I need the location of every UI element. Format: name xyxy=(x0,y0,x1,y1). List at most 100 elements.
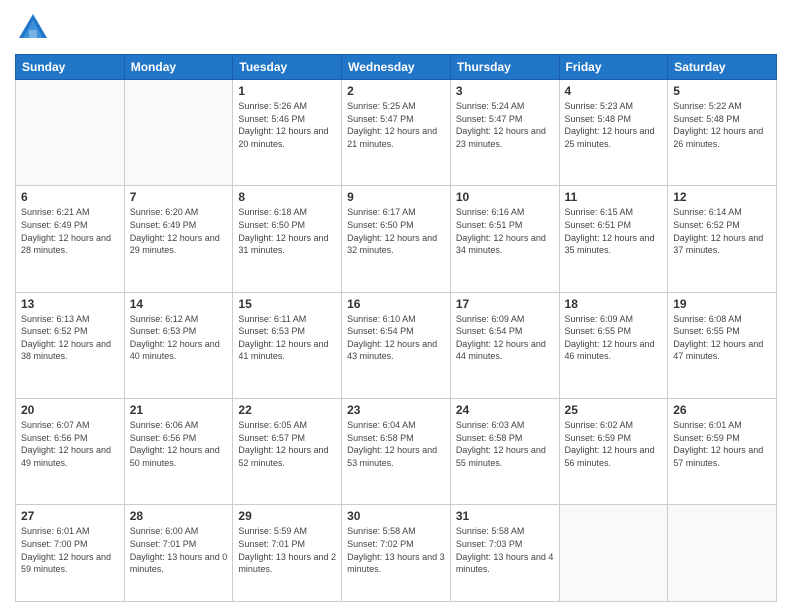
calendar-cell: 24 Sunrise: 6:03 AM Sunset: 6:58 PM Dayli… xyxy=(450,398,559,504)
day-number: 30 xyxy=(347,509,445,523)
day-number: 17 xyxy=(456,297,554,311)
day-number: 25 xyxy=(565,403,663,417)
calendar-cell: 6 Sunrise: 6:21 AM Sunset: 6:49 PM Daylig… xyxy=(16,186,125,292)
day-info: Sunrise: 6:04 AM Sunset: 6:58 PM Dayligh… xyxy=(347,419,445,469)
day-info: Sunrise: 6:05 AM Sunset: 6:57 PM Dayligh… xyxy=(238,419,336,469)
calendar-cell: 18 Sunrise: 6:09 AM Sunset: 6:55 PM Dayli… xyxy=(559,292,668,398)
weekday-header-saturday: Saturday xyxy=(668,55,777,80)
week-row-2: 13Sunrise: 6:13 AM Sunset: 6:52 PM Dayli… xyxy=(16,292,777,398)
weekday-header-row: SundayMondayTuesdayWednesdayThursdayFrid… xyxy=(16,55,777,80)
day-info: Sunrise: 6:14 AM Sunset: 6:52 PM Dayligh… xyxy=(673,206,771,256)
day-info: Sunrise: 5:59 AM Sunset: 7:01 PM Dayligh… xyxy=(238,525,336,575)
day-info: Sunrise: 6:18 AM Sunset: 6:50 PM Dayligh… xyxy=(238,206,336,256)
day-info: Sunrise: 6:00 AM Sunset: 7:01 PM Dayligh… xyxy=(130,525,228,575)
calendar-cell: 25 Sunrise: 6:02 AM Sunset: 6:59 PM Dayli… xyxy=(559,398,668,504)
calendar-cell xyxy=(16,80,125,186)
day-info: Sunrise: 6:17 AM Sunset: 6:50 PM Dayligh… xyxy=(347,206,445,256)
day-number: 24 xyxy=(456,403,554,417)
day-number: 10 xyxy=(456,190,554,204)
calendar-cell xyxy=(124,80,233,186)
page: SundayMondayTuesdayWednesdayThursdayFrid… xyxy=(0,0,792,612)
day-info: Sunrise: 5:23 AM Sunset: 5:48 PM Dayligh… xyxy=(565,100,663,150)
calendar-cell: 10 Sunrise: 6:16 AM Sunset: 6:51 PM Dayli… xyxy=(450,186,559,292)
weekday-header-thursday: Thursday xyxy=(450,55,559,80)
weekday-header-friday: Friday xyxy=(559,55,668,80)
weekday-header-wednesday: Wednesday xyxy=(342,55,451,80)
day-number: 18 xyxy=(565,297,663,311)
day-info: Sunrise: 6:06 AM Sunset: 6:56 PM Dayligh… xyxy=(130,419,228,469)
day-number: 31 xyxy=(456,509,554,523)
day-info: Sunrise: 6:02 AM Sunset: 6:59 PM Dayligh… xyxy=(565,419,663,469)
calendar-cell: 30 Sunrise: 5:58 AM Sunset: 7:02 PM Dayli… xyxy=(342,505,451,602)
calendar-cell: 14Sunrise: 6:12 AM Sunset: 6:53 PM Dayli… xyxy=(124,292,233,398)
calendar-cell: 21 Sunrise: 6:06 AM Sunset: 6:56 PM Dayli… xyxy=(124,398,233,504)
week-row-1: 6 Sunrise: 6:21 AM Sunset: 6:49 PM Daylig… xyxy=(16,186,777,292)
day-info: Sunrise: 5:25 AM Sunset: 5:47 PM Dayligh… xyxy=(347,100,445,150)
day-number: 6 xyxy=(21,190,119,204)
day-info: Sunrise: 6:10 AM Sunset: 6:54 PM Dayligh… xyxy=(347,313,445,363)
day-number: 21 xyxy=(130,403,228,417)
day-info: Sunrise: 6:13 AM Sunset: 6:52 PM Dayligh… xyxy=(21,313,119,363)
weekday-header-monday: Monday xyxy=(124,55,233,80)
calendar-cell: 26Sunrise: 6:01 AM Sunset: 6:59 PM Dayli… xyxy=(668,398,777,504)
calendar-cell: 28Sunrise: 6:00 AM Sunset: 7:01 PM Dayli… xyxy=(124,505,233,602)
day-info: Sunrise: 6:21 AM Sunset: 6:49 PM Dayligh… xyxy=(21,206,119,256)
day-number: 23 xyxy=(347,403,445,417)
day-info: Sunrise: 5:22 AM Sunset: 5:48 PM Dayligh… xyxy=(673,100,771,150)
calendar-cell: 22 Sunrise: 6:05 AM Sunset: 6:57 PM Dayli… xyxy=(233,398,342,504)
calendar-cell: 5Sunrise: 5:22 AM Sunset: 5:48 PM Daylig… xyxy=(668,80,777,186)
weekday-header-tuesday: Tuesday xyxy=(233,55,342,80)
day-info: Sunrise: 6:08 AM Sunset: 6:55 PM Dayligh… xyxy=(673,313,771,363)
calendar-cell: 11 Sunrise: 6:15 AM Sunset: 6:51 PM Dayli… xyxy=(559,186,668,292)
day-info: Sunrise: 6:09 AM Sunset: 6:54 PM Dayligh… xyxy=(456,313,554,363)
calendar-cell: 9Sunrise: 6:17 AM Sunset: 6:50 PM Daylig… xyxy=(342,186,451,292)
day-info: Sunrise: 6:07 AM Sunset: 6:56 PM Dayligh… xyxy=(21,419,119,469)
calendar-cell: 27 Sunrise: 6:01 AM Sunset: 7:00 PM Dayli… xyxy=(16,505,125,602)
calendar-cell: 23 Sunrise: 6:04 AM Sunset: 6:58 PM Dayli… xyxy=(342,398,451,504)
day-number: 22 xyxy=(238,403,336,417)
calendar-cell: 15Sunrise: 6:11 AM Sunset: 6:53 PM Dayli… xyxy=(233,292,342,398)
calendar-cell xyxy=(668,505,777,602)
day-info: Sunrise: 5:26 AM Sunset: 5:46 PM Dayligh… xyxy=(238,100,336,150)
calendar-cell: 16 Sunrise: 6:10 AM Sunset: 6:54 PM Dayli… xyxy=(342,292,451,398)
calendar-table: SundayMondayTuesdayWednesdayThursdayFrid… xyxy=(15,54,777,602)
calendar-cell: 12Sunrise: 6:14 AM Sunset: 6:52 PM Dayli… xyxy=(668,186,777,292)
day-info: Sunrise: 6:16 AM Sunset: 6:51 PM Dayligh… xyxy=(456,206,554,256)
day-number: 8 xyxy=(238,190,336,204)
day-info: Sunrise: 6:20 AM Sunset: 6:49 PM Dayligh… xyxy=(130,206,228,256)
calendar-cell: 2 Sunrise: 5:25 AM Sunset: 5:47 PM Daylig… xyxy=(342,80,451,186)
day-info: Sunrise: 6:01 AM Sunset: 7:00 PM Dayligh… xyxy=(21,525,119,575)
calendar-cell: 20 Sunrise: 6:07 AM Sunset: 6:56 PM Dayli… xyxy=(16,398,125,504)
calendar-cell: 29Sunrise: 5:59 AM Sunset: 7:01 PM Dayli… xyxy=(233,505,342,602)
calendar-cell: 4 Sunrise: 5:23 AM Sunset: 5:48 PM Daylig… xyxy=(559,80,668,186)
day-number: 3 xyxy=(456,84,554,98)
day-info: Sunrise: 6:15 AM Sunset: 6:51 PM Dayligh… xyxy=(565,206,663,256)
day-info: Sunrise: 6:03 AM Sunset: 6:58 PM Dayligh… xyxy=(456,419,554,469)
calendar-cell: 31Sunrise: 5:58 AM Sunset: 7:03 PM Dayli… xyxy=(450,505,559,602)
day-number: 27 xyxy=(21,509,119,523)
logo xyxy=(15,10,55,46)
header xyxy=(15,10,777,46)
calendar-cell: 13Sunrise: 6:13 AM Sunset: 6:52 PM Dayli… xyxy=(16,292,125,398)
calendar-cell: 19 Sunrise: 6:08 AM Sunset: 6:55 PM Dayli… xyxy=(668,292,777,398)
day-number: 4 xyxy=(565,84,663,98)
day-info: Sunrise: 6:01 AM Sunset: 6:59 PM Dayligh… xyxy=(673,419,771,469)
calendar-cell: 1 Sunrise: 5:26 AM Sunset: 5:46 PM Daylig… xyxy=(233,80,342,186)
day-number: 20 xyxy=(21,403,119,417)
day-info: Sunrise: 5:58 AM Sunset: 7:02 PM Dayligh… xyxy=(347,525,445,575)
week-row-4: 27 Sunrise: 6:01 AM Sunset: 7:00 PM Dayli… xyxy=(16,505,777,602)
day-info: Sunrise: 6:09 AM Sunset: 6:55 PM Dayligh… xyxy=(565,313,663,363)
calendar-cell: 17 Sunrise: 6:09 AM Sunset: 6:54 PM Dayli… xyxy=(450,292,559,398)
day-number: 1 xyxy=(238,84,336,98)
day-number: 7 xyxy=(130,190,228,204)
day-number: 19 xyxy=(673,297,771,311)
day-number: 2 xyxy=(347,84,445,98)
calendar-cell: 8 Sunrise: 6:18 AM Sunset: 6:50 PM Daylig… xyxy=(233,186,342,292)
day-number: 11 xyxy=(565,190,663,204)
calendar-cell: 7 Sunrise: 6:20 AM Sunset: 6:49 PM Daylig… xyxy=(124,186,233,292)
calendar-cell xyxy=(559,505,668,602)
day-number: 14 xyxy=(130,297,228,311)
day-number: 15 xyxy=(238,297,336,311)
day-number: 16 xyxy=(347,297,445,311)
weekday-header-sunday: Sunday xyxy=(16,55,125,80)
